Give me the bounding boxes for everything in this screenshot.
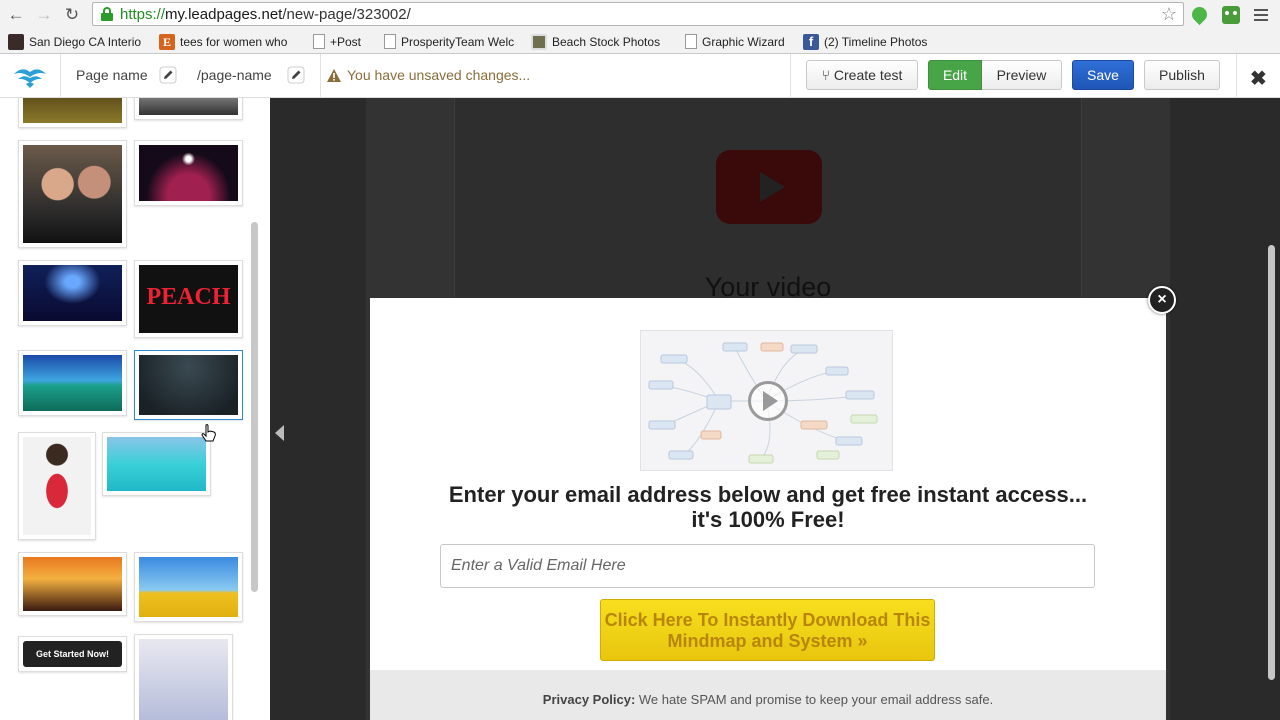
image-thumbnail[interactable] bbox=[18, 98, 127, 128]
play-icon[interactable] bbox=[748, 381, 788, 421]
bookmark-item[interactable]: Beach Stock Photos bbox=[531, 34, 660, 50]
split-test-icon: ⑂ bbox=[821, 67, 831, 83]
page-icon bbox=[384, 34, 396, 49]
sidebar-scrollbar[interactable] bbox=[251, 222, 258, 592]
image-library-panel: PEACH Get Started Now! bbox=[0, 98, 270, 720]
bookmark-item[interactable]: ProsperityTeam Welc bbox=[384, 34, 514, 49]
url-text: https://my.leadpages.net/new-page/323002… bbox=[120, 6, 411, 23]
header-divider bbox=[790, 54, 791, 98]
bookmark-star-icon[interactable]: ☆ bbox=[1161, 4, 1177, 25]
image-thumbnail[interactable] bbox=[134, 140, 243, 206]
modal-close-icon[interactable]: × bbox=[1148, 286, 1176, 314]
download-cta-button[interactable]: Click Here To Instantly Download This Mi… bbox=[600, 599, 935, 661]
save-button[interactable]: Save bbox=[1072, 60, 1134, 90]
image-thumbnail[interactable] bbox=[18, 432, 96, 540]
bookmark-item[interactable]: Etees for women who bbox=[159, 34, 287, 50]
etsy-favicon-icon: E bbox=[159, 34, 175, 50]
image-thumbnail[interactable]: PEACH bbox=[134, 260, 243, 338]
publish-button[interactable]: Publish bbox=[1144, 60, 1220, 90]
image-thumbnail[interactable] bbox=[18, 350, 127, 416]
bookmark-item[interactable]: San Diego CA Interio bbox=[8, 34, 141, 50]
unsaved-warning: You have unsaved changes... bbox=[327, 67, 530, 83]
browser-menu-icon[interactable] bbox=[1254, 9, 1268, 11]
edit-button[interactable]: Edit bbox=[928, 60, 982, 90]
lock-icon bbox=[101, 7, 113, 21]
extension-leaf-icon[interactable] bbox=[1188, 3, 1211, 26]
peach-thumbnail-text: PEACH bbox=[139, 265, 238, 333]
image-thumbnail[interactable] bbox=[18, 260, 127, 326]
video-play-icon[interactable] bbox=[716, 150, 822, 224]
image-thumbnail-selected[interactable] bbox=[134, 350, 243, 420]
page-slug-label[interactable]: /page-name bbox=[197, 67, 272, 83]
bookmark-item[interactable]: f (2) Timeline Photos bbox=[803, 34, 927, 50]
header-divider bbox=[60, 54, 61, 98]
header-divider bbox=[1236, 54, 1237, 98]
forward-arrow-icon[interactable]: → bbox=[33, 4, 55, 26]
pencil-icon[interactable] bbox=[159, 66, 177, 84]
facebook-favicon-icon: f bbox=[803, 34, 819, 50]
browser-toolbar: ← → ↻ https://my.leadpages.net/new-page/… bbox=[0, 0, 1280, 30]
image-thumbnail[interactable] bbox=[18, 140, 127, 248]
create-test-button[interactable]: ⑂ Create test bbox=[806, 60, 918, 90]
image-thumbnail[interactable]: Get Started Now! bbox=[18, 636, 127, 672]
image-thumbnail[interactable] bbox=[134, 98, 243, 120]
header-divider bbox=[320, 54, 321, 98]
bookmark-item[interactable]: +Post bbox=[313, 34, 361, 49]
hand-cursor-icon bbox=[201, 424, 216, 442]
page-name-label[interactable]: Page name bbox=[76, 67, 148, 83]
image-thumbnail[interactable] bbox=[134, 634, 233, 720]
image-thumbnail[interactable] bbox=[134, 552, 243, 622]
preview-button[interactable]: Preview bbox=[982, 60, 1062, 90]
privacy-notice: Privacy Policy: We hate SPAM and promise… bbox=[370, 670, 1166, 720]
warning-icon bbox=[327, 68, 341, 82]
leadpages-logo-icon[interactable] bbox=[12, 62, 48, 90]
bookmark-item[interactable]: Graphic Wizard bbox=[685, 34, 785, 49]
page-scrollbar[interactable] bbox=[1268, 245, 1275, 680]
image-thumbnail[interactable] bbox=[102, 432, 211, 496]
optin-popup: Enter your email address below and get f… bbox=[370, 298, 1166, 720]
photo-favicon-icon bbox=[531, 34, 547, 50]
get-started-thumbnail-text: Get Started Now! bbox=[23, 641, 122, 667]
image-thumbnail[interactable] bbox=[18, 552, 127, 616]
optin-headline: Enter your email address below and get f… bbox=[448, 482, 1088, 532]
collapse-panel-icon[interactable] bbox=[275, 425, 284, 441]
email-input[interactable] bbox=[440, 544, 1095, 588]
extension-robot-icon[interactable] bbox=[1222, 6, 1240, 24]
back-arrow-icon[interactable]: ← bbox=[5, 4, 27, 26]
page-icon bbox=[313, 34, 325, 49]
mindmap-video-thumbnail[interactable] bbox=[640, 330, 893, 471]
page-icon bbox=[685, 34, 697, 49]
pencil-icon[interactable] bbox=[287, 66, 305, 84]
editor-header: Page name /page-name You have unsaved ch… bbox=[0, 54, 1280, 98]
reload-icon[interactable]: ↻ bbox=[61, 4, 83, 26]
dark-favicon-icon bbox=[8, 34, 24, 50]
address-bar[interactable]: https://my.leadpages.net/new-page/323002… bbox=[92, 2, 1184, 26]
close-icon[interactable]: ✖ bbox=[1250, 66, 1267, 91]
bookmarks-bar: San Diego CA Interio Etees for women who… bbox=[0, 30, 1280, 54]
